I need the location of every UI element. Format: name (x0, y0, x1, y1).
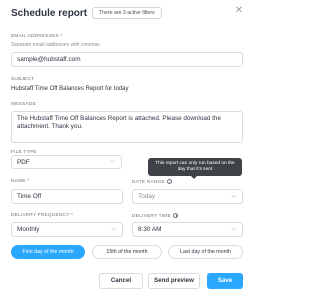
date-range-label: DATE RANGE (132, 179, 165, 185)
delivery-frequency-value: Monthly (17, 226, 40, 233)
delivery-frequency-select[interactable]: Monthly ⌵ (11, 222, 123, 237)
cancel-button[interactable]: Cancel (99, 273, 143, 289)
email-input[interactable]: sample@hubstaff.com (11, 52, 243, 67)
chevron-down-icon: ⌵ (231, 193, 236, 199)
date-range-tooltip: This report can only run based on the da… (148, 158, 242, 179)
chevron-down-icon: ⌵ (110, 158, 115, 165)
delivery-time-label: DELIVERY TIME (132, 213, 171, 219)
date-range-select[interactable]: Today ⌵ (132, 189, 243, 204)
chevron-down-icon: ⌵ (111, 226, 116, 232)
email-label: EMAIL ADDRESSES * (11, 34, 63, 39)
delivery-time-label-wrap: DELIVERY TIME (132, 213, 179, 219)
info-icon[interactable]: i (167, 179, 173, 184)
date-range-value: Today (138, 193, 156, 200)
active-filters-badge[interactable]: There are 3 active filters (92, 7, 162, 19)
subject-value: Hubstaff Time Off Balances Report for to… (11, 86, 129, 92)
delivery-time-select[interactable]: 8:30 AM ⌵ (132, 222, 243, 237)
day-option-15th[interactable]: 15th of the month (92, 245, 162, 259)
file-type-select[interactable]: PDF ⌵ (11, 155, 122, 169)
send-preview-button[interactable]: Send preview (148, 273, 200, 289)
day-option-last[interactable]: Last day of the month (168, 245, 243, 259)
name-input[interactable]: Time Off (11, 189, 123, 204)
email-hint: Separate email addresses with commas (11, 42, 100, 48)
close-icon[interactable]: ✕ (233, 5, 245, 17)
save-button[interactable]: Save (207, 273, 243, 289)
message-label: MESSAGE (11, 102, 37, 107)
modal-title: Schedule report (11, 8, 88, 19)
date-range-label-wrap: DATE RANGE i (132, 179, 173, 185)
day-option-first[interactable]: First day of the month (11, 245, 85, 259)
message-textarea[interactable]: The Hubstaff Time Off Balances Report is… (11, 111, 243, 143)
delivery-frequency-label: DELIVERY FREQUENCY * (11, 213, 74, 218)
file-type-value: PDF (17, 158, 30, 166)
schedule-report-modal: Schedule report There are 3 active filte… (0, 0, 254, 300)
delivery-time-value: 8:30 AM (138, 226, 162, 233)
subject-label: SUBJECT (11, 77, 35, 82)
clock-icon (173, 213, 179, 218)
name-label: NAME * (11, 179, 30, 184)
chevron-down-icon: ⌵ (231, 226, 236, 232)
